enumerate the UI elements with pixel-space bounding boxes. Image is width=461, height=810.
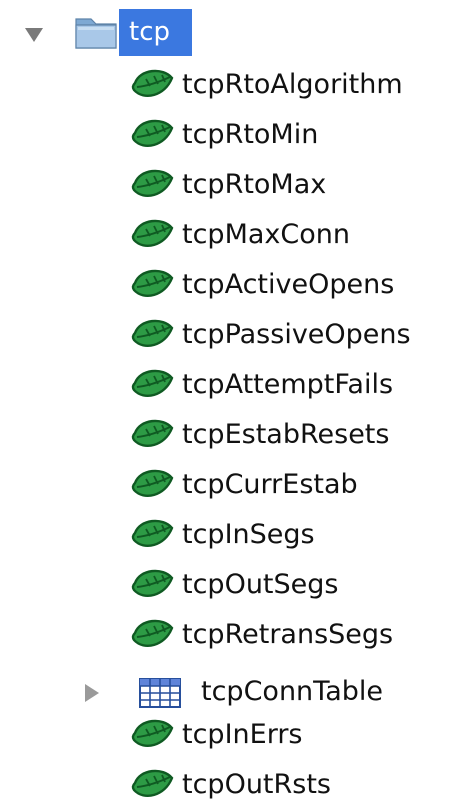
- leaf-icon: [131, 719, 174, 747]
- tree-item-row[interactable]: tcpRtoMin: [0, 112, 461, 162]
- tree-item-row[interactable]: tcpRetransSegs: [0, 612, 461, 662]
- tree-item-row[interactable]: tcpMaxConn: [0, 212, 461, 262]
- tree-item-label[interactable]: tcpInSegs: [182, 518, 315, 552]
- tree-item-row[interactable]: tcpOutRsts: [0, 762, 461, 810]
- table-icon: [139, 678, 181, 708]
- tree-item-label[interactable]: tcpMaxConn: [182, 218, 350, 252]
- leaf-icon: [131, 169, 174, 197]
- tree-item-row[interactable]: tcpRtoMax: [0, 162, 461, 212]
- disclosure-open-icon[interactable]: [25, 28, 43, 42]
- tree-item-label[interactable]: tcpOutSegs: [182, 568, 338, 602]
- leaf-icon: [131, 419, 174, 447]
- leaf-icon: [131, 469, 174, 497]
- tree-item-row[interactable]: tcpInSegs: [0, 512, 461, 562]
- leaf-icon: [131, 69, 174, 97]
- tree-item-row[interactable]: tcpEstabResets: [0, 412, 461, 462]
- tree-root-label[interactable]: tcp: [119, 9, 192, 56]
- tree-item-label[interactable]: tcpRtoAlgorithm: [182, 68, 403, 102]
- tree-item-label[interactable]: tcpAttemptFails: [182, 368, 393, 402]
- tree-item-label[interactable]: tcpRtoMax: [182, 168, 326, 202]
- leaf-icon: [131, 119, 174, 147]
- tree-item-label[interactable]: tcpCurrEstab: [182, 468, 358, 502]
- leaf-icon: [131, 319, 174, 347]
- tree-item-label[interactable]: tcpActiveOpens: [182, 268, 394, 302]
- tree-item-row[interactable]: tcpActiveOpens: [0, 262, 461, 312]
- leaf-icon: [131, 569, 174, 597]
- leaf-icon: [131, 519, 174, 547]
- tree-item-row[interactable]: tcpCurrEstab: [0, 462, 461, 512]
- tree-item-label[interactable]: tcpEstabResets: [182, 418, 389, 452]
- tree-item-label[interactable]: tcpInErrs: [182, 718, 303, 752]
- snmp-tree: tcp tcpRtoAlgorithm tcpRtoMin tcpRtoMax: [0, 0, 461, 810]
- leaf-icon: [131, 269, 174, 297]
- folder-icon: [75, 18, 117, 49]
- tree-item-label[interactable]: tcpRtoMin: [182, 118, 318, 152]
- disclosure-closed-icon[interactable]: [85, 684, 99, 702]
- tree-item-row-table[interactable]: tcpConnTable: [0, 662, 461, 712]
- tree-item-label[interactable]: tcpOutRsts: [182, 768, 331, 802]
- leaf-icon: [131, 369, 174, 397]
- tree-item-row[interactable]: tcpPassiveOpens: [0, 312, 461, 362]
- tree-item-row[interactable]: tcpOutSegs: [0, 562, 461, 612]
- leaf-icon: [131, 619, 174, 647]
- tree-item-row[interactable]: tcpInErrs: [0, 712, 461, 762]
- tree-item-label[interactable]: tcpConnTable: [201, 675, 383, 709]
- leaf-icon: [131, 769, 174, 797]
- tree-item-label[interactable]: tcpPassiveOpens: [182, 318, 411, 352]
- leaf-icon: [131, 219, 174, 247]
- tree-row-root[interactable]: tcp: [0, 0, 461, 56]
- tree-item-row[interactable]: tcpRtoAlgorithm: [0, 62, 461, 112]
- tree-item-row[interactable]: tcpAttemptFails: [0, 362, 461, 412]
- tree-item-label[interactable]: tcpRetransSegs: [182, 618, 393, 652]
